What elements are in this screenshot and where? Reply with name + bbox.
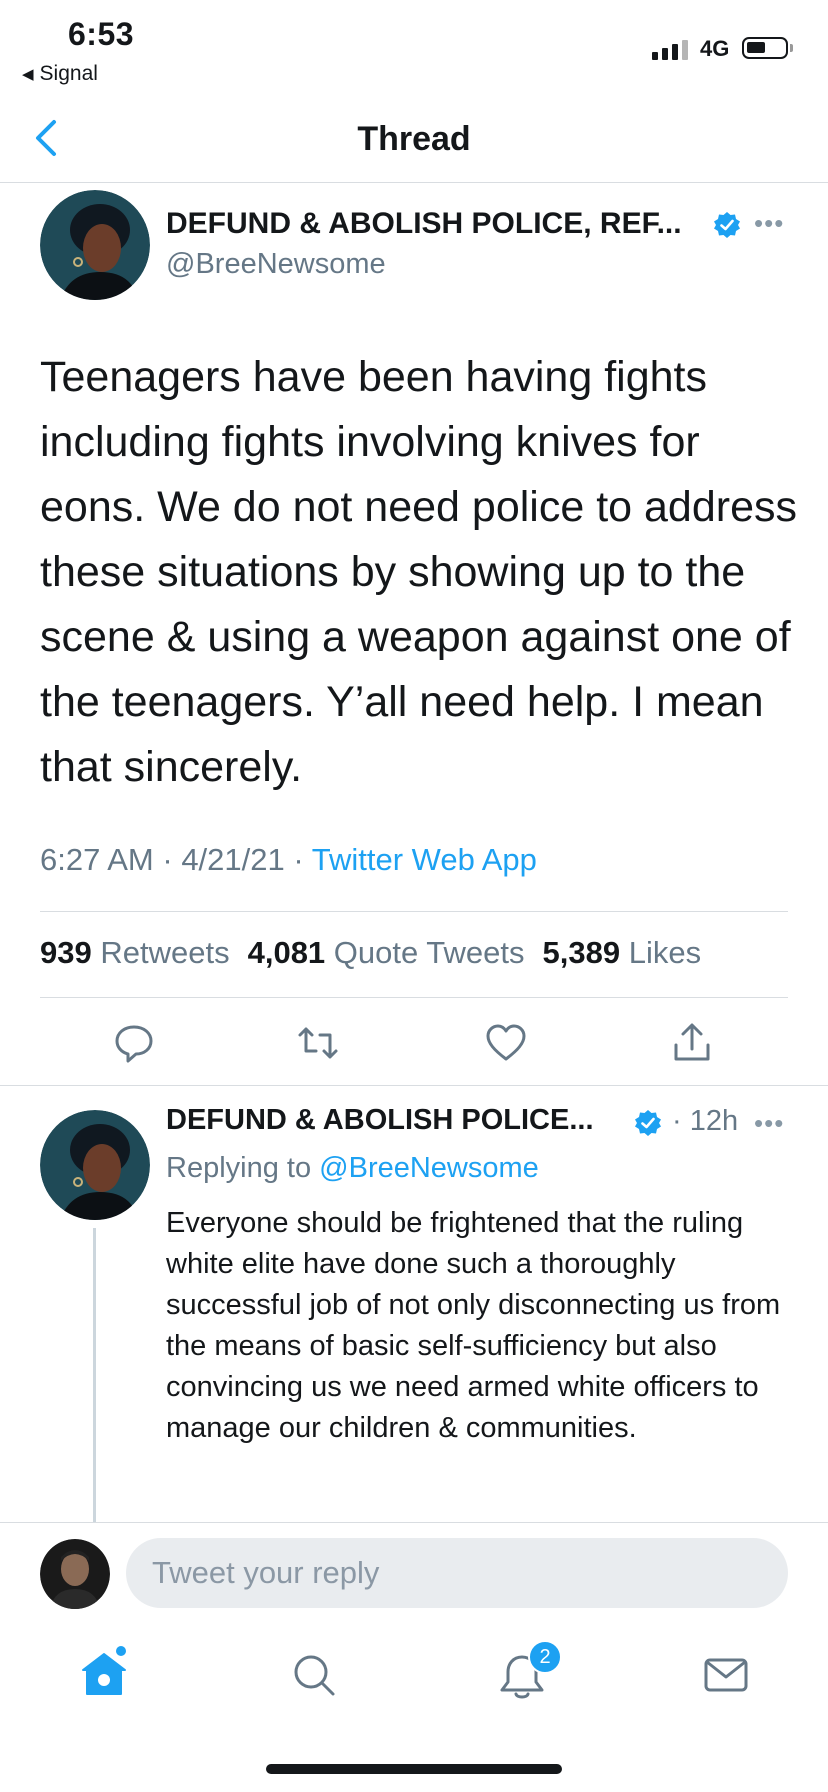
tweet-time: 6:27 AM	[40, 842, 154, 877]
verified-badge-icon	[714, 212, 740, 238]
reply-verified-badge-icon	[635, 1110, 661, 1136]
cellular-signal-icon	[652, 38, 688, 60]
retweet-icon[interactable]	[296, 1021, 340, 1065]
likes-stat[interactable]: 5,389 Likes	[543, 935, 702, 971]
header-divider	[0, 182, 828, 183]
stats-divider-top	[40, 911, 788, 912]
back-arrow-icon: ◀	[22, 66, 34, 83]
retweets-stat[interactable]: 939 Retweets	[40, 935, 230, 971]
tweet-meta: 6:27 AM · 4/21/21 · Twitter Web App	[40, 842, 537, 877]
user-handle[interactable]: @BreeNewsome	[166, 248, 386, 281]
status-time: 6:53	[68, 16, 135, 52]
tweet-source-link[interactable]: Twitter Web App	[312, 842, 537, 877]
home-indicator	[266, 1764, 562, 1774]
back-app-label: Signal	[39, 62, 98, 85]
avatar[interactable]	[40, 190, 150, 300]
replying-mention-link[interactable]: @BreeNewsome	[319, 1152, 539, 1184]
likes-count: 5,389	[542, 935, 621, 970]
reply-input[interactable]: Tweet your reply	[126, 1538, 788, 1608]
new-tweets-indicator	[116, 1646, 126, 1656]
reply-icon[interactable]	[112, 1021, 156, 1065]
reply-text: Everyone should be frightened that the r…	[166, 1207, 781, 1444]
thread-connector-line	[93, 1228, 96, 1523]
share-icon[interactable]	[670, 1021, 714, 1065]
quotes-count: 4,081	[247, 935, 326, 970]
tweet-date: 4/21/21	[181, 842, 285, 877]
composer-divider	[0, 1522, 828, 1523]
retweets-count: 939	[40, 935, 92, 970]
likes-label: Likes	[628, 935, 702, 970]
reply-time-value: 12h	[689, 1105, 739, 1137]
display-name[interactable]: DEFUND & ABOLISH POLICE, REF...	[166, 207, 682, 241]
notifications-badge: 2	[528, 1640, 562, 1674]
reply-display-name[interactable]: DEFUND & ABOLISH POLICE...	[166, 1104, 594, 1137]
current-user-avatar[interactable]	[40, 1539, 110, 1609]
reply-avatar[interactable]	[40, 1110, 150, 1220]
quote-tweets-stat[interactable]: 4,081 Quote Tweets	[248, 935, 525, 971]
quotes-label: Quote Tweets	[333, 935, 525, 970]
battery-icon	[742, 37, 793, 59]
thread-divider	[0, 1085, 828, 1086]
network-type: 4G	[700, 36, 730, 61]
messages-icon[interactable]	[701, 1650, 751, 1700]
tweet-text: Teenagers have been having fights includ…	[40, 353, 797, 791]
tweet-stats: 939 Retweets 4,081 Quote Tweets 5,389 Li…	[40, 935, 701, 971]
home-icon[interactable]	[79, 1650, 129, 1700]
reply-timestamp: · 12h	[672, 1105, 739, 1137]
like-icon[interactable]	[484, 1021, 528, 1065]
page-title: Thread	[357, 120, 471, 158]
stats-divider-bottom	[40, 997, 788, 998]
replying-label: Replying to	[166, 1152, 312, 1184]
more-options-icon[interactable]: •••	[754, 208, 784, 239]
reply-more-options-icon[interactable]: •••	[754, 1108, 784, 1139]
retweets-label: Retweets	[100, 935, 230, 970]
replying-to: Replying to @BreeNewsome	[166, 1152, 539, 1185]
back-to-app-link[interactable]: ◀ Signal	[22, 62, 98, 86]
search-icon[interactable]	[289, 1650, 339, 1700]
